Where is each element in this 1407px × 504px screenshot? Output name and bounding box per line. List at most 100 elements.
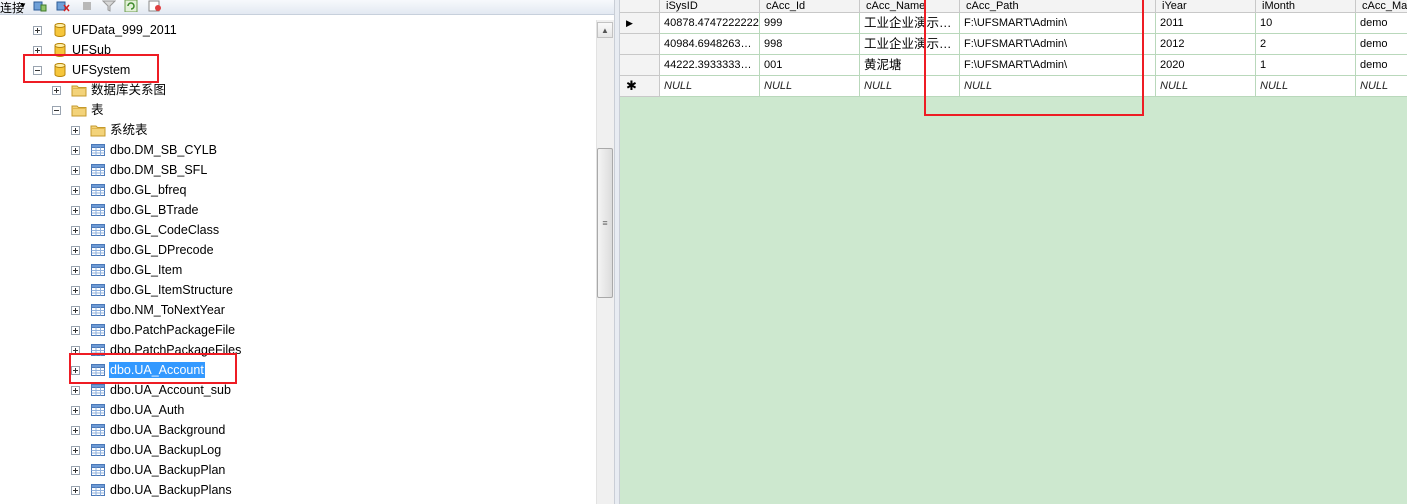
grid-cell[interactable]: demo [1356, 34, 1407, 55]
grid-cell[interactable]: F:\UFSMART\Admin\ [960, 55, 1156, 76]
scroll-up-arrow-icon[interactable]: ▲ [597, 22, 613, 38]
tree-node[interactable]: dbo.DM_SB_SFL [71, 160, 208, 180]
tree-node-label[interactable]: dbo.DM_SB_CYLB [109, 142, 218, 158]
connect-icon[interactable] [33, 0, 47, 12]
tree-node-label[interactable]: dbo.PatchPackageFiles [109, 342, 242, 358]
tree-node[interactable]: dbo.GL_bfreq [71, 180, 187, 200]
expand-icon[interactable] [71, 245, 80, 255]
tree-node-label[interactable]: dbo.NM_ToNextYear [109, 302, 226, 318]
expand-icon[interactable] [71, 425, 80, 435]
connect-dropdown-icon[interactable]: ▼ [19, 1, 27, 10]
column-header[interactable]: cAcc_Name [860, 0, 960, 13]
tree-node[interactable]: dbo.UA_Account_sub [71, 380, 232, 400]
tree-node[interactable]: dbo.UA_Background [71, 420, 226, 440]
tree-node[interactable]: dbo.NM_ToNextYear [71, 300, 226, 320]
expand-icon[interactable] [71, 285, 80, 295]
grid-cell[interactable]: 999 [760, 13, 860, 34]
tree-node-label[interactable]: dbo.PatchPackageFile [109, 322, 236, 338]
expand-icon[interactable] [71, 145, 80, 155]
grid-cell[interactable]: 998 [760, 34, 860, 55]
column-header[interactable]: iYear [1156, 0, 1256, 13]
grid-cell[interactable]: 001 [760, 55, 860, 76]
tree-node-label[interactable]: dbo.UA_BackupPlans [109, 482, 233, 498]
tree-node[interactable]: dbo.GL_ItemStructure [71, 280, 234, 300]
tree-node[interactable]: dbo.PatchPackageFile [71, 320, 236, 340]
tree-node-label[interactable]: dbo.GL_Item [109, 262, 183, 278]
grid-cell[interactable]: NULL [660, 76, 760, 97]
collapse-icon[interactable] [52, 105, 61, 115]
row-header[interactable] [620, 55, 660, 76]
tree-node-label[interactable]: dbo.UA_Account_sub [109, 382, 232, 398]
grid-cell[interactable]: 黄泥塘 [860, 55, 960, 76]
column-header[interactable]: iMonth [1256, 0, 1356, 13]
expand-icon[interactable] [71, 445, 80, 455]
column-header[interactable]: cAcc_Master [1356, 0, 1407, 13]
expand-icon[interactable] [71, 325, 80, 335]
tree-node-label[interactable]: dbo.GL_CodeClass [109, 222, 220, 238]
tree-node[interactable]: dbo.UA_BackupPlans [71, 480, 233, 500]
grid-cell[interactable]: 工业企业演示… [860, 34, 960, 55]
expand-icon[interactable] [71, 125, 80, 135]
row-header[interactable]: ▶ [620, 13, 660, 34]
tree-node-label[interactable]: dbo.UA_BackupPlan [109, 462, 226, 478]
grid-cell[interactable]: NULL [1256, 76, 1356, 97]
column-header[interactable]: iSysID [660, 0, 760, 13]
refresh-icon[interactable] [124, 0, 138, 12]
grid-cell[interactable]: NULL [1156, 76, 1256, 97]
grid-cell[interactable]: NULL [960, 76, 1156, 97]
expand-icon[interactable] [52, 85, 61, 95]
expand-icon[interactable] [71, 265, 80, 275]
expand-icon[interactable] [71, 465, 80, 475]
grid-cell[interactable]: NULL [760, 76, 860, 97]
scrollbar-thumb[interactable]: ≡ [597, 148, 613, 298]
tree-node[interactable]: 表 [52, 100, 105, 120]
collapse-icon[interactable] [33, 65, 42, 75]
expand-icon[interactable] [71, 305, 80, 315]
tree-node[interactable]: dbo.UA_BackupLog [71, 440, 222, 460]
tree-node-label[interactable]: dbo.GL_ItemStructure [109, 282, 234, 298]
tree-node-label[interactable]: 系统表 [109, 122, 149, 138]
tree-vertical-scrollbar[interactable]: ▲ ≡ [596, 20, 614, 504]
tree-node[interactable]: UFSystem [33, 60, 131, 80]
grid-cell[interactable]: F:\UFSMART\Admin\ [960, 13, 1156, 34]
expand-icon[interactable] [71, 185, 80, 195]
tree-node-label[interactable]: dbo.DM_SB_SFL [109, 162, 208, 178]
grid-cell[interactable]: 40878.4747222222 [660, 13, 760, 34]
grid-cell[interactable]: NULL [860, 76, 960, 97]
grid-cell[interactable]: 10 [1256, 13, 1356, 34]
expand-icon[interactable] [71, 205, 80, 215]
column-header[interactable]: cAcc_Id [760, 0, 860, 13]
disconnect-icon[interactable] [56, 0, 70, 12]
tree-node[interactable]: dbo.UA_Auth [71, 400, 185, 420]
tree-node-label[interactable]: dbo.UA_Auth [109, 402, 185, 418]
grid-cell[interactable]: 44222.3933333… [660, 55, 760, 76]
grid-cell[interactable]: NULL [1356, 76, 1407, 97]
expand-icon[interactable] [71, 405, 80, 415]
tree-node[interactable]: dbo.UA_Account [71, 360, 205, 380]
tree-node-label[interactable]: UFSystem [71, 62, 131, 78]
grid-cell[interactable]: 1 [1256, 55, 1356, 76]
expand-icon[interactable] [71, 385, 80, 395]
tree-node-label[interactable]: dbo.GL_DPrecode [109, 242, 215, 258]
grid-cell[interactable]: F:\UFSMART\Admin\ [960, 34, 1156, 55]
expand-icon[interactable] [33, 25, 42, 35]
tree-node[interactable]: dbo.DM_SB_CYLB [71, 140, 218, 160]
column-header[interactable]: cAcc_Path [960, 0, 1156, 13]
tree-node[interactable]: dbo.GL_Item [71, 260, 183, 280]
tree-node-label[interactable]: dbo.UA_BackupLog [109, 442, 222, 458]
expand-icon[interactable] [71, 365, 80, 375]
expand-icon[interactable] [71, 225, 80, 235]
tree-node-label[interactable]: UFData_999_2011 [71, 22, 178, 38]
tree-node-label[interactable]: UFSub [71, 42, 112, 58]
tree-node[interactable]: 系统表 [71, 120, 149, 140]
tree-node[interactable]: dbo.GL_BTrade [71, 200, 199, 220]
tree-node[interactable]: dbo.GL_CodeClass [71, 220, 220, 240]
row-header[interactable]: ✱ [620, 76, 660, 97]
grid-cell[interactable]: 2012 [1156, 34, 1256, 55]
grid-corner[interactable] [620, 0, 660, 13]
tree-node[interactable]: dbo.PatchPackageFiles [71, 340, 242, 360]
row-header[interactable] [620, 34, 660, 55]
summary-icon[interactable] [148, 0, 162, 12]
tree-node-label[interactable]: 数据库关系图 [90, 82, 167, 98]
tree-node-label[interactable]: 表 [90, 102, 105, 118]
